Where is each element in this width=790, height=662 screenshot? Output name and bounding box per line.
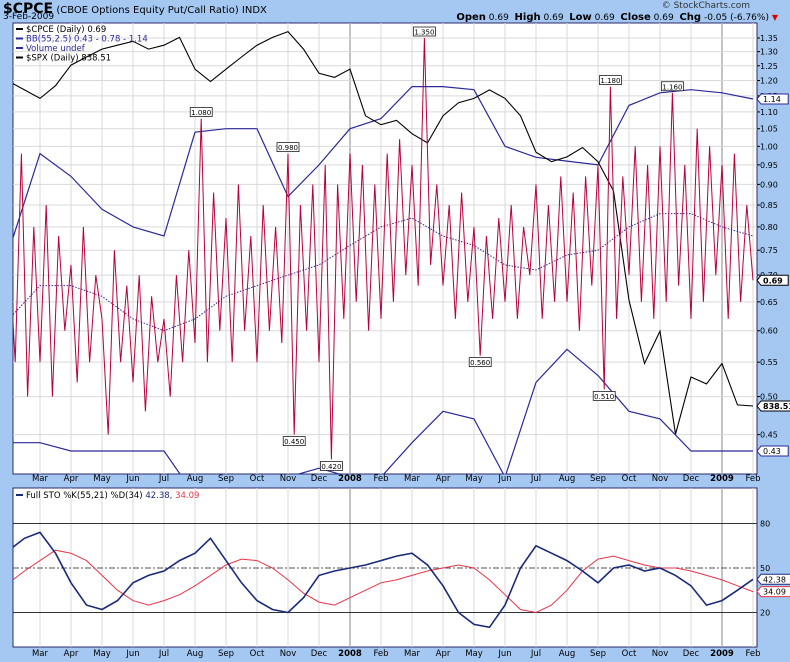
sto-legend: Full STO %K(55,21) %D(34) 42.38, 34.09 <box>26 491 199 501</box>
extreme-label: 1.080 <box>191 109 211 117</box>
legend-entry: $CPCE (Daily) 0.69 <box>26 25 106 35</box>
x-tick-label: Feb <box>373 474 388 484</box>
x-tick-label: Mar <box>32 649 49 659</box>
last-value-tag: 838.51 <box>763 402 790 411</box>
x-tick-label: Jun <box>125 649 139 659</box>
y-tick-label: 0.55 <box>760 358 778 367</box>
x-tick-label: Sep <box>218 649 234 659</box>
x-tick-label: 2009 <box>710 474 734 484</box>
extreme-label: 0.980 <box>278 144 298 152</box>
x-tick-label: Apr <box>64 649 79 659</box>
x-tick-label: Jun <box>497 649 511 659</box>
x-tick-label: Apr <box>436 474 451 484</box>
x-tick-label: Sep <box>590 649 606 659</box>
x-tick-label: Mar <box>32 474 49 484</box>
y-tick-label: 0.90 <box>760 180 778 189</box>
x-tick-label: Jun <box>497 474 511 484</box>
y-tick-label: 1.00 <box>760 142 778 151</box>
x-tick-label: May <box>93 649 111 659</box>
x-tick-label: 2008 <box>338 474 362 484</box>
x-tick-label: Oct <box>622 649 637 659</box>
legend-swatch <box>16 47 23 49</box>
x-tick-label: Mar <box>404 474 421 484</box>
x-tick-label: Nov <box>280 649 297 659</box>
x-tick-label: Feb <box>745 649 760 659</box>
sto-legend-label: Full STO %K(55,21) %D(34) <box>26 491 145 501</box>
x-tick-label: 2008 <box>338 649 362 659</box>
sto-legend-d: 34.09 <box>175 491 199 501</box>
legend-swatch <box>16 56 23 59</box>
y-tick-label: 0.80 <box>760 223 778 232</box>
x-tick-label: Oct <box>250 649 265 659</box>
x-tick-label: Sep <box>590 474 606 484</box>
x-tick-label: Oct <box>622 474 637 484</box>
sto-last-value-tag: 34.09 <box>763 588 786 597</box>
x-tick-label: May <box>93 474 111 484</box>
y-tick-label: 0.65 <box>760 298 778 307</box>
last-value-tag: 0.43 <box>763 447 781 456</box>
x-tick-label: Oct <box>250 474 265 484</box>
last-value-tag: 0.69 <box>763 276 783 285</box>
y-tick-label: 1.05 <box>760 125 778 134</box>
x-tick-label: Feb <box>373 649 388 659</box>
x-tick-label: Mar <box>404 649 421 659</box>
x-tick-label: 2009 <box>710 649 734 659</box>
legend-swatch <box>16 37 23 40</box>
price-panel <box>12 22 758 475</box>
y-tick-label: 1.35 <box>760 34 778 43</box>
y-tick-label: 1.20 <box>760 77 778 86</box>
x-tick-label: Jul <box>530 474 541 484</box>
extreme-label: 0.560 <box>470 359 490 367</box>
legend-entry: Volume undef <box>26 44 86 54</box>
extreme-label: 1.350 <box>414 29 434 37</box>
sto-legend-k: 42.38, <box>145 491 175 501</box>
y-tick-label: 0.45 <box>760 431 778 440</box>
x-tick-label: May <box>465 474 483 484</box>
sto-legend-swatch <box>16 494 23 496</box>
legend-entry: BB(55,2.5) 0.43 - 0.78 - 1.14 <box>26 35 148 45</box>
sto-y-tick-label: 20 <box>760 608 770 617</box>
x-tick-label: Aug <box>559 474 576 484</box>
legend-swatch <box>16 28 23 30</box>
legend-entry: $SPX (Daily) 838.51 <box>26 54 111 64</box>
y-tick-label: 0.75 <box>760 246 778 255</box>
sto-last-value-tag: 42.38 <box>763 575 786 584</box>
x-tick-label: Jun <box>125 474 139 484</box>
y-tick-label: 1.10 <box>760 108 778 117</box>
x-tick-label: Jul <box>158 649 169 659</box>
x-tick-label: May <box>465 649 483 659</box>
extreme-label: 1.180 <box>600 77 620 85</box>
x-tick-label: Dec <box>683 474 700 484</box>
last-value-tag: 1.14 <box>763 95 781 104</box>
extreme-label: 1.160 <box>662 83 682 91</box>
y-tick-label: 0.95 <box>760 161 778 170</box>
x-tick-label: Apr <box>64 474 79 484</box>
x-tick-label: Aug <box>187 474 204 484</box>
sto-y-tick-label: 80 <box>760 520 770 529</box>
y-tick-label: 1.25 <box>760 62 778 71</box>
x-tick-label: Apr <box>436 649 451 659</box>
x-tick-label: Aug <box>187 649 204 659</box>
y-tick-label: 0.60 <box>760 327 778 336</box>
x-tick-label: Feb <box>745 474 760 484</box>
x-tick-label: Nov <box>652 474 669 484</box>
x-tick-label: Dec <box>311 649 328 659</box>
extreme-label: 0.510 <box>594 393 614 401</box>
y-tick-label: 0.50 <box>760 393 778 402</box>
x-tick-label: Jul <box>530 649 541 659</box>
x-tick-label: Dec <box>311 474 328 484</box>
x-tick-label: Dec <box>683 649 700 659</box>
sto-y-tick-label: 50 <box>760 564 770 573</box>
chart-canvas: Mar Mar Apr Apr May May Jun Jun Jul Jul Aug Aug Sep S… <box>12 22 790 659</box>
extreme-label: 0.420 <box>321 463 341 471</box>
y-tick-label: 0.85 <box>760 201 778 210</box>
extreme-label: 0.450 <box>284 438 304 446</box>
x-tick-label: Nov <box>652 649 669 659</box>
x-tick-label: Nov <box>280 474 297 484</box>
x-tick-label: Sep <box>218 474 234 484</box>
x-tick-label: Jul <box>158 474 169 484</box>
y-tick-label: 1.30 <box>760 48 778 57</box>
x-tick-label: Aug <box>559 649 576 659</box>
